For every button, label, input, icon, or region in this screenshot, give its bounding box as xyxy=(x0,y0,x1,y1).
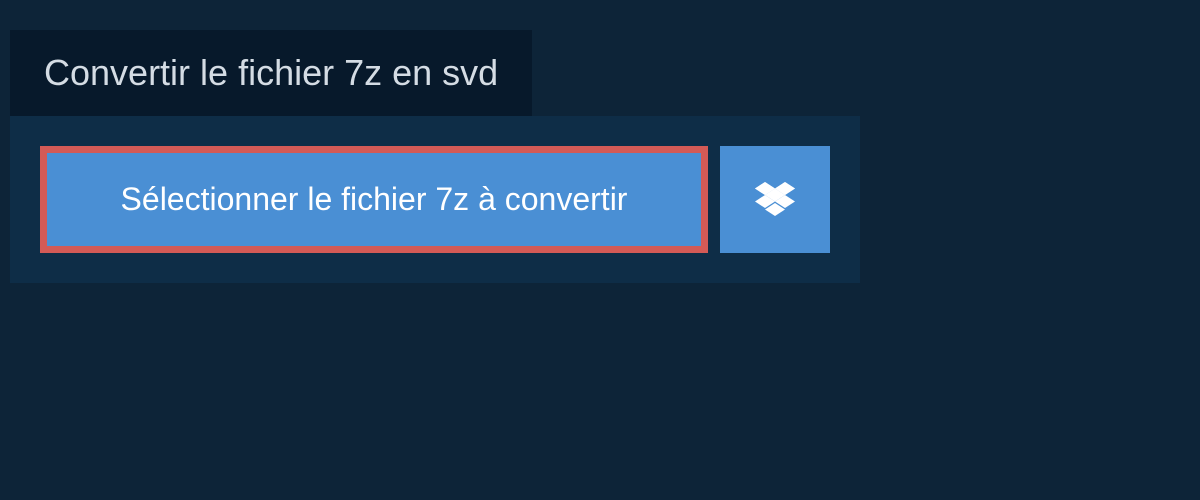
title-bar: Convertir le fichier 7z en svd xyxy=(10,30,532,116)
dropbox-button[interactable] xyxy=(720,146,830,253)
page-title: Convertir le fichier 7z en svd xyxy=(44,52,498,93)
dropbox-icon xyxy=(755,182,795,218)
upload-panel: Sélectionner le fichier 7z à convertir xyxy=(10,116,860,283)
select-file-label: Sélectionner le fichier 7z à convertir xyxy=(121,181,628,218)
select-file-button[interactable]: Sélectionner le fichier 7z à convertir xyxy=(40,146,708,253)
